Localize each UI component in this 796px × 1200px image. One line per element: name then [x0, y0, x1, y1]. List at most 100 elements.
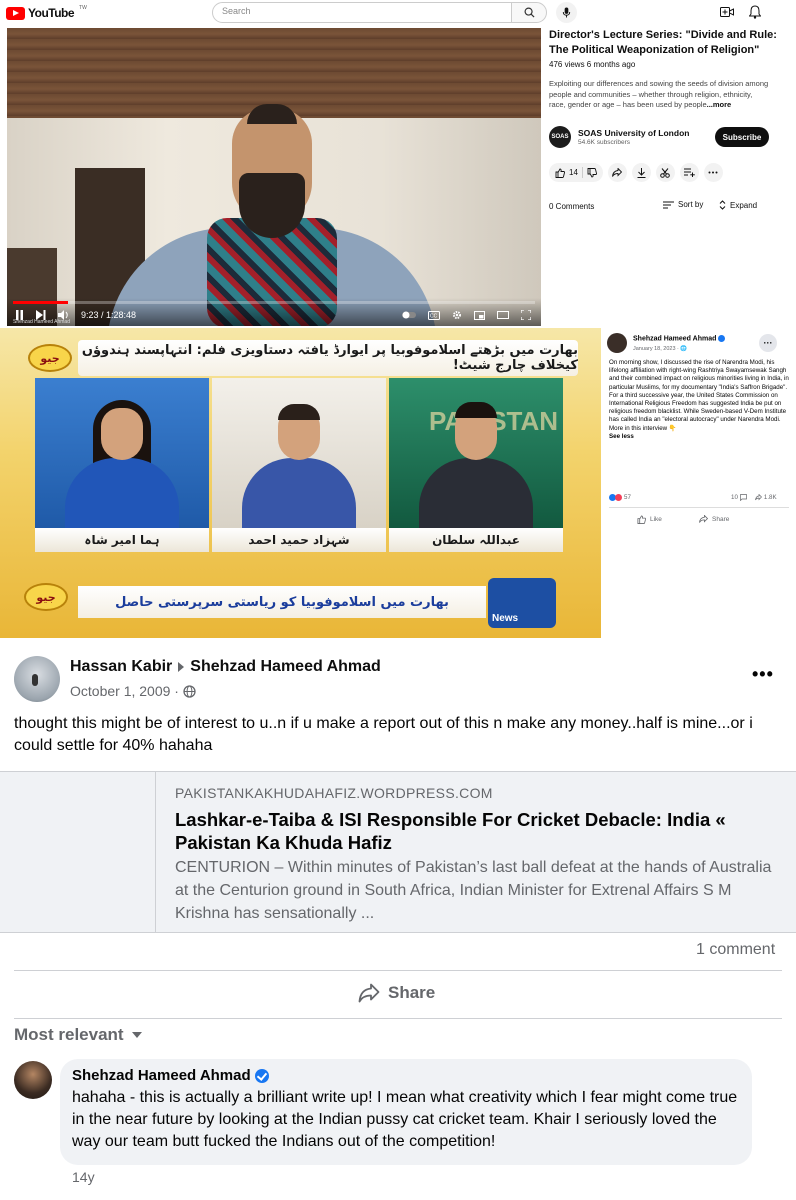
video-player[interactable]: 9:23 / 1:28:48 CC Shehzad Hameed Ahmad — [7, 28, 541, 326]
engagement-counts: 10 1.8K — [731, 494, 777, 501]
theater-mode-icon[interactable] — [497, 311, 509, 319]
target-profile-name[interactable]: Shehzad Hameed Ahmad — [190, 658, 381, 676]
divider — [14, 970, 782, 971]
channel-subscribers: 54.6K subscribers — [578, 139, 631, 146]
video-title: Director's Lecture Series: "Divide and R… — [549, 29, 777, 56]
post-date[interactable]: January 18, 2023 · 🌐 — [633, 346, 687, 352]
host-hair — [455, 402, 497, 418]
fullscreen-icon[interactable] — [521, 310, 531, 320]
comment-age[interactable]: 14y — [72, 1169, 95, 1185]
caret-down-icon — [131, 1032, 142, 1038]
expand-arrows-icon — [719, 200, 726, 210]
share-count-group[interactable]: 1.8K — [755, 494, 777, 501]
comment-count[interactable]: 1 comment — [696, 941, 775, 959]
channel-avatar[interactable]: SOAS — [549, 126, 571, 148]
author-avatar[interactable] — [607, 333, 627, 353]
post-text: thought this might be of interest to u..… — [14, 715, 753, 754]
expand-comments-button[interactable]: Expand — [719, 200, 757, 210]
comment-icon — [740, 494, 747, 501]
link-domain: PAKISTANKAKHUDAHAFIZ.WORDPRESS.COM — [175, 785, 493, 801]
comment-count: 10 — [731, 494, 738, 501]
player-right-controls: CC — [402, 310, 531, 320]
tv-panel-anchor — [35, 378, 209, 528]
sort-label: Sort by — [678, 200, 704, 209]
video-description: Exploiting our differences and sowing th… — [549, 79, 769, 111]
subscribe-button[interactable]: Subscribe — [715, 127, 769, 147]
post-date[interactable]: October 1, 2009 · — [70, 683, 196, 699]
notifications-bell-icon[interactable] — [749, 5, 761, 19]
link-preview[interactable]: PAKISTANKAKHUDAHAFIZ.WORDPRESS.COM Lashk… — [0, 771, 796, 933]
post-date-text: October 1, 2009 · — [70, 683, 179, 699]
facebook-post: Hassan Kabir Shehzad Hameed Ahmad Octobe… — [0, 638, 796, 1200]
post-options-button[interactable]: ··· — [759, 334, 777, 352]
settings-gear-icon[interactable] — [452, 310, 462, 320]
tv-headline: بھارت میں بڑھتے اسلاموفوبیا پر ایوارڈ یا… — [78, 340, 578, 376]
like-divider — [581, 167, 583, 178]
description-more-link[interactable]: ...more — [707, 100, 732, 109]
like-count: 14 — [569, 168, 578, 177]
channel-name[interactable]: SOAS University of London — [578, 128, 689, 138]
post-body: On morning show, I discussed the rise of… — [609, 359, 793, 441]
comment-bubble: Shehzad Hameed Ahmad hahaha - this is ac… — [60, 1059, 752, 1165]
youtube-topbar: YouTube TW Search — [0, 0, 796, 26]
create-video-icon[interactable] — [720, 6, 734, 18]
share-button[interactable]: Share — [358, 983, 435, 1003]
youtube-logo-region: TW — [79, 5, 87, 11]
video-meta: 476 views 6 months ago — [549, 60, 636, 69]
name-strap-2: شہزاد حمید احمد — [212, 528, 386, 552]
comment-sort-dropdown[interactable]: Most relevant — [14, 1025, 142, 1045]
search-button[interactable] — [511, 2, 547, 23]
globe-icon — [183, 684, 196, 698]
voice-search-button[interactable] — [556, 2, 577, 23]
video-time: 9:23 / 1:28:48 — [81, 310, 137, 320]
see-less-link[interactable]: See less — [609, 433, 634, 440]
download-button[interactable] — [631, 163, 651, 182]
miniplayer-icon[interactable] — [474, 310, 485, 320]
like-button-small[interactable]: Like — [637, 515, 662, 524]
comment-count-group[interactable]: 10 — [731, 494, 747, 501]
link-title[interactable]: Lashkar-e-Taiba & ISI Responsible For Cr… — [175, 808, 775, 854]
poster-name[interactable]: Hassan Kabir — [70, 658, 172, 676]
author-name[interactable]: Shehzad Hameed Ahmad — [633, 335, 726, 342]
clip-button[interactable] — [655, 163, 675, 182]
share-arrow-icon — [612, 168, 623, 177]
love-reaction-icon — [615, 494, 622, 501]
tv-panel-host: PAKISTAN — [389, 378, 563, 528]
playlist-add-icon — [683, 168, 695, 177]
comments-count: 0 Comments — [549, 202, 595, 211]
share-count: 1.8K — [763, 494, 777, 501]
thumbs-down-icon[interactable] — [587, 167, 597, 178]
video-description-text: Exploiting our differences and sowing th… — [549, 79, 769, 109]
share-button-small[interactable]: Share — [699, 515, 729, 523]
facebook-post-small: Shehzad Hameed Ahmad January 18, 2023 · … — [603, 328, 796, 538]
poster-avatar[interactable] — [14, 656, 60, 702]
share-label: Share — [712, 515, 730, 523]
sort-comments-button[interactable]: Sort by — [663, 200, 703, 209]
more-actions-button[interactable] — [703, 163, 723, 182]
post-options-button[interactable]: ••• — [752, 664, 774, 685]
youtube-logo[interactable]: YouTube TW — [6, 5, 87, 20]
commenter-avatar[interactable] — [14, 1061, 52, 1099]
sort-icon — [663, 201, 674, 208]
more-dots-icon — [708, 171, 718, 174]
tv-broadcast-image: جیو بھارت میں بڑھتے اسلاموفوبیا پر ایوار… — [0, 328, 601, 638]
share-arrow-icon — [699, 515, 708, 523]
commenter-name[interactable]: Shehzad Hameed Ahmad — [72, 1067, 740, 1084]
host-body — [419, 458, 533, 528]
video-progress-bar[interactable] — [13, 301, 535, 304]
share-button[interactable] — [607, 163, 627, 182]
save-button[interactable] — [679, 163, 699, 182]
speaker-beard — [239, 173, 305, 238]
autoplay-toggle-icon[interactable] — [402, 311, 416, 319]
comment-sort-label: Most relevant — [14, 1025, 124, 1044]
scissors-icon — [660, 167, 671, 178]
reaction-summary[interactable]: 57 — [609, 494, 631, 501]
guest-hair — [278, 404, 320, 420]
search-input[interactable]: Search — [212, 2, 512, 23]
captions-icon[interactable]: CC — [428, 310, 440, 320]
share-count-icon — [755, 494, 762, 501]
name-strap-3: عبداللہ سلطان — [389, 528, 563, 552]
video-info-panel: Director's Lecture Series: "Divide and R… — [549, 28, 789, 211]
like-button[interactable]: 14 — [549, 163, 603, 182]
thumbs-up-icon — [555, 168, 565, 178]
